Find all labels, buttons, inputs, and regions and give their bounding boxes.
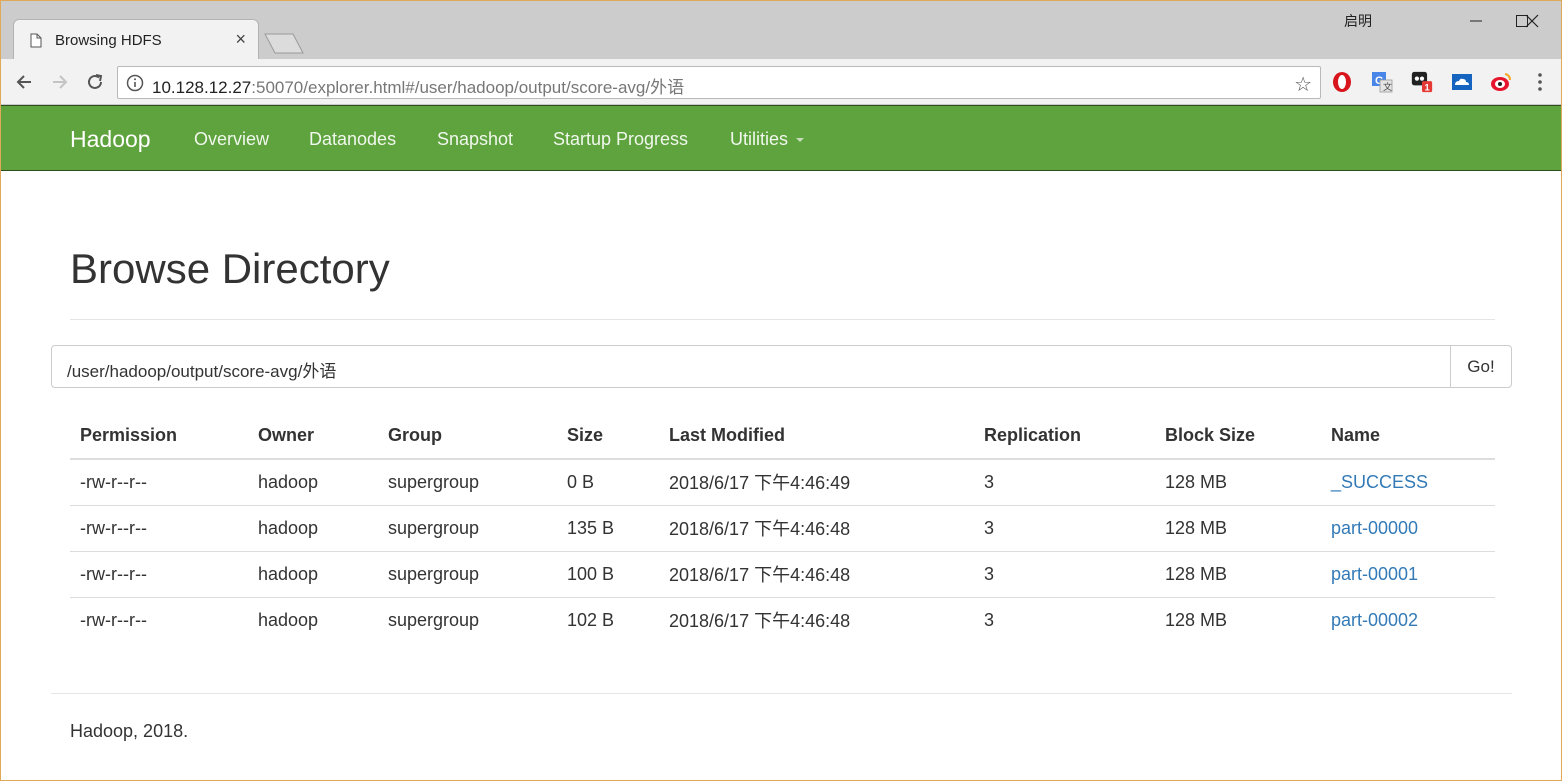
cell-last-modified: 2018/6/17 下午4:46:48 [659,550,974,597]
cell-owner: hadoop [258,471,319,492]
weibo-icon[interactable] [1490,71,1512,93]
go-button[interactable]: Go! [1450,345,1512,388]
table-row: -rw-r--r-- hadoop supergroup 135 B 2018/… [70,504,1495,551]
cell-owner: hadoop [248,596,378,643]
cell-group: supergroup [378,504,557,551]
cell-group: supergroup [378,596,557,643]
reload-icon [88,74,103,89]
table-row: -rw-r--r-- hadoop supergroup 0 B 2018/6/… [70,459,1495,505]
url-host: 10.128.12.27 [152,78,252,97]
nav-snapshot[interactable]: Snapshot [437,129,513,150]
cell-replication: 3 [984,471,995,492]
back-button[interactable] [11,69,37,95]
header-block-size[interactable]: Block Size [1155,413,1321,460]
nav-utilities[interactable]: Utilities [730,129,805,150]
brand-link[interactable]: Hadoop [70,126,151,153]
header-group[interactable]: Group [378,413,557,460]
minimize-icon [1470,20,1482,22]
footer-divider [51,693,1512,694]
minimize-button[interactable] [1453,7,1499,35]
cell-permission: -rw-r--r-- [70,504,248,551]
cell-group: supergroup [388,471,480,492]
info-icon[interactable] [126,74,144,92]
header-permission[interactable]: Permission [70,413,248,460]
directory-path-input[interactable]: /user/hadoop/output/score-avg/外语 [51,345,1451,388]
cell-size: 100 B [557,550,659,597]
header-last-modified[interactable]: Last Modified [659,413,974,460]
cell-owner: hadoop [248,504,378,551]
cell-last-modified: 2018/6/17 下午4:46:48 [659,596,974,643]
close-window-button[interactable] [1509,7,1555,35]
extension-badge-count: 1 [1425,82,1430,92]
caret-down-icon [796,138,805,143]
cell-owner: hadoop [248,550,378,597]
cell-permission: -rw-r--r-- [80,471,147,492]
divider [70,319,1495,320]
cell-permission: -rw-r--r-- [70,596,248,643]
title-bar: Browsing HDFS × 启明 [1,1,1561,60]
cell-block-size: 128 MB [1155,504,1321,551]
browser-toolbar: 10.128.12.27:50070/explorer.html#/user/h… [1,59,1561,105]
forward-arrow-icon [53,75,68,89]
cell-name: part-00001 [1321,550,1495,597]
opera-icon[interactable] [1331,71,1353,93]
tab-title: Browsing HDFS [55,32,162,49]
page-icon [30,33,42,48]
cell-group: supergroup [378,550,557,597]
table-row: -rw-r--r-- hadoop supergroup 102 B 2018/… [70,596,1495,643]
cell-last-modified: 2018/6/17 下午4:46:48 [659,504,974,551]
url-path: :50070/explorer.html#/user/hadoop/output… [251,78,685,97]
cell-block-size: 128 MB [1155,550,1321,597]
header-size[interactable]: Size [557,413,659,460]
table-header-row: Permission Owner Group Size Last Modifie… [70,413,1495,460]
cell-replication: 3 [974,504,1155,551]
directory-listing-table: Permission Owner Group Size Last Modifie… [70,413,1495,643]
cell-name: _SUCCESS [1321,459,1495,505]
page-title: Browse Directory [70,245,390,292]
nav-overview[interactable]: Overview [194,129,269,150]
header-replication[interactable]: Replication [974,413,1155,460]
reload-button[interactable] [82,69,108,95]
cell-last-modified: 2018/6/17 下午4:46:49 [669,473,851,494]
header-owner[interactable]: Owner [248,413,378,460]
close-icon [1525,14,1539,28]
file-link[interactable]: _SUCCESS [1331,472,1428,492]
profile-name[interactable]: 启明 [1344,11,1372,31]
translate-icon[interactable]: G 文 [1371,71,1393,93]
badge-extension-icon[interactable]: 1 [1411,71,1433,93]
nav-datanodes[interactable]: Datanodes [309,129,396,150]
file-link[interactable]: part-00002 [1331,610,1418,630]
new-tab-button[interactable] [263,33,305,54]
file-link[interactable]: part-00001 [1331,564,1418,584]
file-link[interactable]: part-00000 [1331,518,1418,538]
cell-size: 102 B [557,596,659,643]
svg-text:文: 文 [1383,81,1392,92]
browser-window: Browsing HDFS × 启明 10.128.12.27:50070/ex… [0,0,1562,781]
back-arrow-icon [16,75,31,89]
tab-close-icon[interactable]: × [235,29,246,50]
cell-replication: 3 [974,550,1155,597]
tab-browsing-hdfs[interactable]: Browsing HDFS × [13,19,259,60]
nav-utilities-label: Utilities [730,129,789,149]
footer-text: Hadoop, 2018. [70,721,189,741]
header-name[interactable]: Name [1321,413,1495,460]
cell-size: 0 B [567,471,595,492]
nav-startup-progress[interactable]: Startup Progress [553,129,688,150]
url-text[interactable]: 10.128.12.27:50070/explorer.html#/user/h… [152,73,684,98]
table-row: -rw-r--r-- hadoop supergroup 100 B 2018/… [70,550,1495,597]
cell-name: part-00002 [1321,596,1495,643]
hadoop-navbar: Hadoop Overview Datanodes Snapshot Start… [1,105,1561,171]
forward-button[interactable] [47,69,73,95]
address-bar[interactable]: 10.128.12.27:50070/explorer.html#/user/h… [117,66,1321,99]
directory-path-value: /user/hadoop/output/score-avg/外语 [67,362,337,381]
cell-name: part-00000 [1321,504,1495,551]
cell-size: 135 B [557,504,659,551]
cell-permission: -rw-r--r-- [70,550,248,597]
bookmark-star-icon[interactable]: ☆ [1294,72,1312,97]
cell-block-size: 128 MB [1165,471,1228,492]
menu-dots-icon[interactable] [1534,71,1546,93]
cell-replication: 3 [974,596,1155,643]
cell-block-size: 128 MB [1155,596,1321,643]
cloud-extension-icon[interactable] [1451,71,1473,93]
